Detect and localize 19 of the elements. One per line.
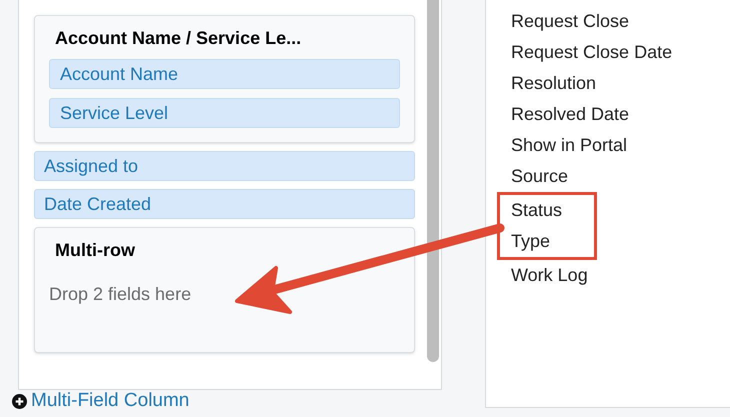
scrollbar[interactable] [427, 0, 439, 362]
field-list-item[interactable]: Request Close [511, 6, 730, 37]
field-list-item[interactable]: Resolved Date [511, 99, 730, 130]
add-column-link[interactable]: Multi-Field Column [12, 390, 190, 412]
group-title: Account Name / Service Le... [54, 27, 302, 50]
field-list-item[interactable]: Resolution [511, 68, 730, 99]
field-list-item[interactable]: Status [497, 192, 597, 226]
field-list-item[interactable]: Work Log [511, 260, 730, 291]
drop-hint: Drop 2 fields here [49, 283, 192, 306]
field-list-item[interactable]: Request Close Date [511, 37, 730, 68]
field-list-item[interactable]: Source [511, 161, 730, 192]
field-list-item[interactable]: Show in Portal [511, 130, 730, 161]
field-pill[interactable]: Assigned to [34, 151, 415, 181]
field-list-item[interactable]: Type [497, 226, 597, 260]
field-pill[interactable]: Date Created [34, 189, 415, 219]
drop-zone-title: Multi-row [54, 239, 136, 262]
field-pill[interactable]: Service Level [49, 98, 400, 128]
field-pill[interactable]: Account Name [49, 59, 400, 89]
plus-circle-icon [12, 394, 27, 408]
